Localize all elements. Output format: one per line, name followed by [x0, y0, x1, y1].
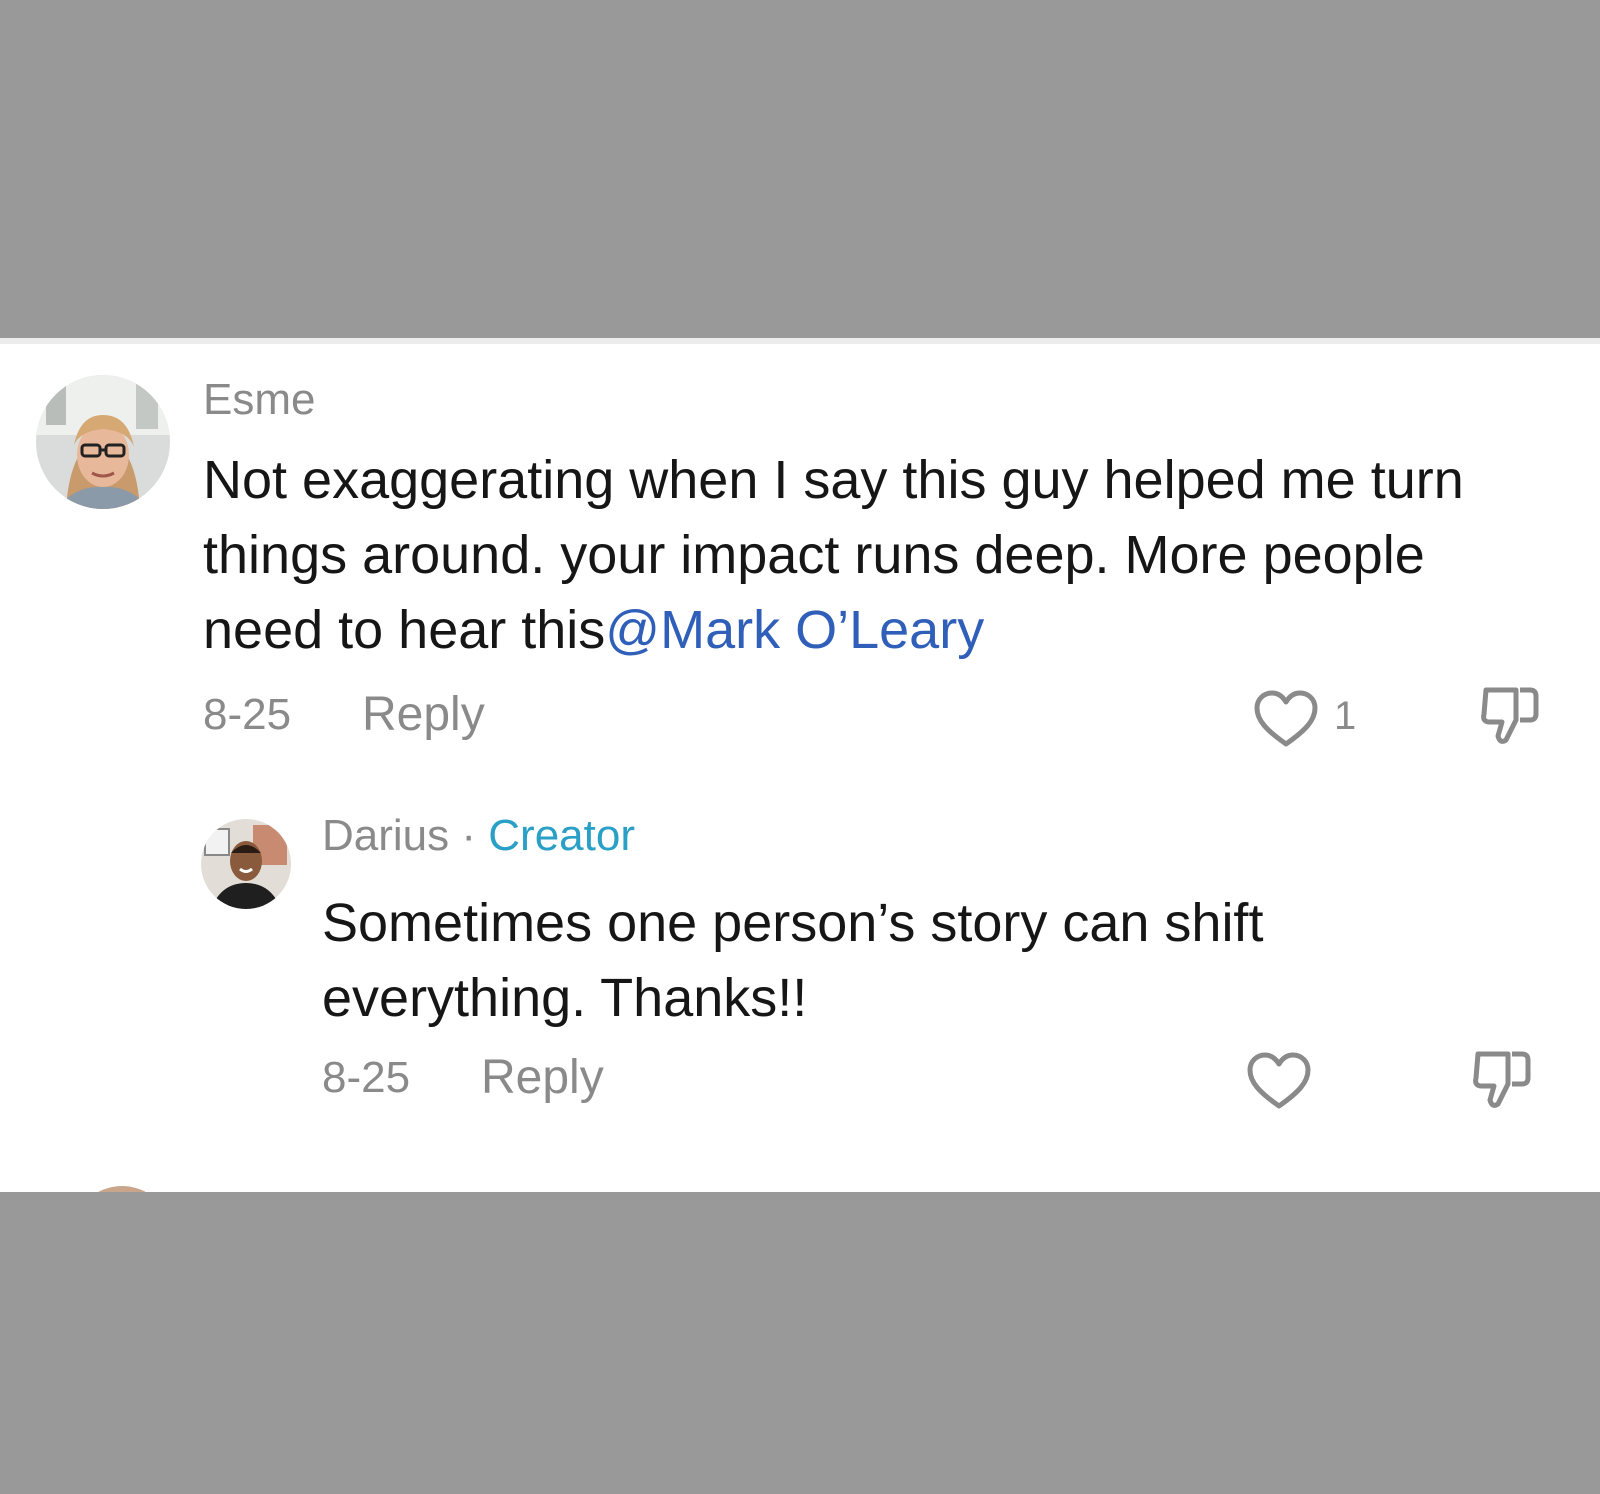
thumbs-down-icon[interactable]: [1470, 1046, 1534, 1112]
reply-date: 8-25: [322, 1053, 411, 1102]
reply-button[interactable]: Reply: [481, 1050, 604, 1105]
avatar-esme[interactable]: [36, 375, 170, 509]
avatar-darius[interactable]: [201, 819, 291, 909]
reply-button[interactable]: Reply: [362, 687, 485, 742]
panel-divider: [0, 338, 1600, 344]
heart-outline-icon[interactable]: [1252, 688, 1320, 750]
creator-badge: Creator: [488, 811, 635, 860]
bottom-gray-band: [0, 1192, 1600, 1494]
mention-link[interactable]: @Mark O’Leary: [605, 600, 984, 660]
separator-dot: ·: [461, 811, 477, 860]
comment-date: 8-25: [203, 690, 292, 739]
comments-panel: Esme Not exaggerating when I say this gu…: [0, 338, 1600, 1192]
top-gray-band: [0, 0, 1600, 338]
reply-body: Sometimes one person’s story can shift e…: [322, 893, 1264, 1028]
reply-author[interactable]: Darius: [322, 811, 449, 860]
reply-username: Darius · Creator: [322, 811, 635, 861]
thumbs-down-icon[interactable]: [1478, 682, 1542, 748]
comment-username[interactable]: Esme: [203, 375, 315, 425]
like-count: 1: [1334, 694, 1357, 738]
heart-outline-icon[interactable]: [1245, 1050, 1313, 1112]
comment-body: Not exaggerating when I say this guy hel…: [203, 443, 1503, 668]
